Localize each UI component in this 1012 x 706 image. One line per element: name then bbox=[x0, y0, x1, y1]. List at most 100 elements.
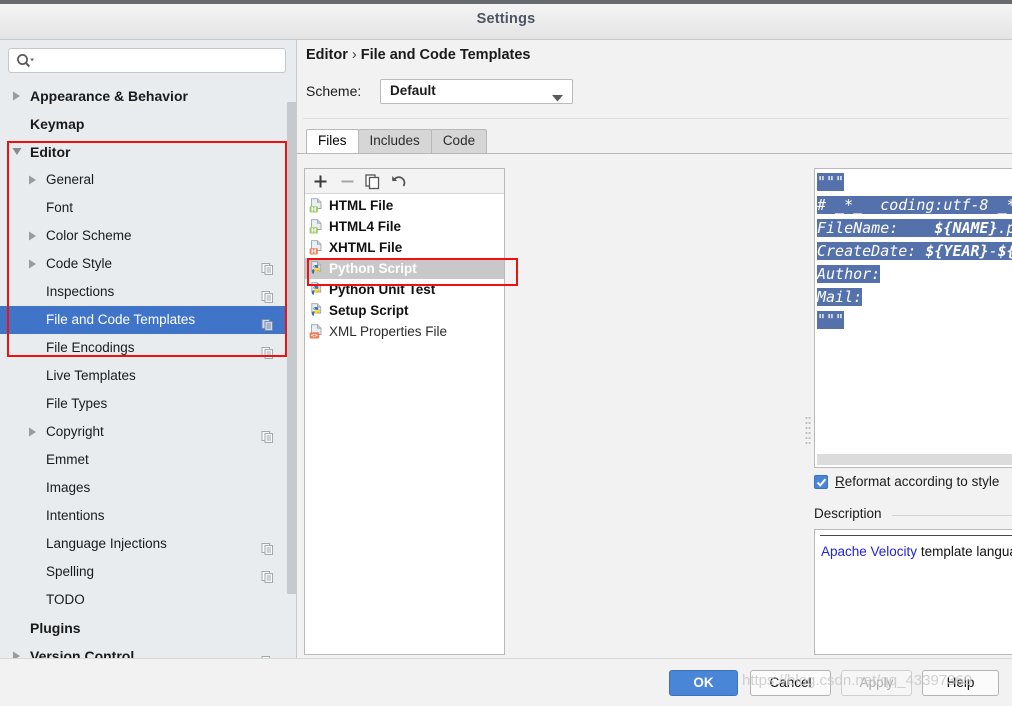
template-list-item[interactable]: Python Unit Test bbox=[305, 279, 504, 300]
chevron-right-icon[interactable] bbox=[28, 166, 40, 194]
copy-settings-icon[interactable] bbox=[261, 649, 274, 658]
sidebar-item-spelling[interactable]: Spelling bbox=[0, 558, 288, 586]
template-list-item-label: HTML File bbox=[329, 198, 394, 213]
reset-template-button[interactable] bbox=[389, 172, 408, 191]
sidebar-item-live-templates[interactable]: Live Templates bbox=[0, 362, 288, 390]
python-file-icon bbox=[309, 303, 324, 318]
copy-settings-icon[interactable] bbox=[261, 425, 274, 443]
sidebar-item-label: Copyright bbox=[46, 424, 104, 439]
tab-includes[interactable]: Includes bbox=[357, 129, 432, 153]
chevron-right-icon[interactable] bbox=[12, 642, 24, 658]
sidebar-item-label: Images bbox=[46, 480, 91, 495]
settings-tree[interactable]: Appearance & Behavior Keymap Editor General… bbox=[0, 82, 288, 658]
copy-settings-icon[interactable] bbox=[261, 257, 274, 275]
editor-hscrollbar-track[interactable] bbox=[816, 454, 1012, 466]
breadcrumb-current: File and Code Templates bbox=[360, 47, 531, 63]
ok-button[interactable]: OK bbox=[669, 670, 738, 696]
sidebar-item-language-injections[interactable]: Language Injections bbox=[0, 530, 288, 558]
template-list[interactable]: H HTML File H HTML4 File H XHTML File Python S… bbox=[305, 195, 504, 342]
sidebar-item-copyright[interactable]: Copyright bbox=[0, 418, 288, 446]
sidebar-item-font[interactable]: Font bbox=[0, 194, 288, 222]
template-list-item[interactable]: H HTML4 File bbox=[305, 216, 504, 237]
template-list-item[interactable]: Setup Script bbox=[305, 300, 504, 321]
chevron-right-icon[interactable] bbox=[28, 418, 40, 446]
tab-code[interactable]: Code bbox=[430, 129, 488, 153]
svg-text:H: H bbox=[311, 205, 316, 213]
description-title: Description bbox=[814, 506, 882, 521]
copy-settings-icon[interactable] bbox=[261, 341, 274, 359]
scheme-divider bbox=[303, 118, 1009, 119]
reformat-label[interactable]: Reformat according to style bbox=[835, 472, 999, 492]
chevron-right-icon[interactable] bbox=[28, 250, 40, 278]
scheme-dropdown[interactable]: Default bbox=[380, 79, 573, 104]
sidebar-item-label: General bbox=[46, 172, 95, 187]
sidebar-scrollbar-thumb[interactable] bbox=[287, 102, 296, 594]
sidebar-item-images[interactable]: Images bbox=[0, 474, 288, 502]
copy-settings-icon[interactable] bbox=[261, 285, 274, 303]
apply-button: Apply bbox=[841, 670, 912, 696]
sidebar-item-inspections[interactable]: Inspections bbox=[0, 278, 288, 306]
sidebar-item-keymap[interactable]: Keymap bbox=[0, 110, 288, 138]
sidebar-item-label: Plugins bbox=[30, 620, 81, 636]
sidebar-item-label: Keymap bbox=[30, 116, 85, 132]
add-template-button[interactable] bbox=[311, 172, 330, 191]
sidebar-item-label: Live Templates bbox=[46, 368, 136, 383]
apache-velocity-link[interactable]: Apache Velocity bbox=[821, 544, 917, 559]
editor-line: CreateDate: ${YEAR}-${MONTH}-${DAY} ${TI bbox=[817, 240, 1012, 263]
sidebar-item-label: File and Code Templates bbox=[46, 312, 196, 327]
template-list-item[interactable]: Python Script bbox=[305, 258, 504, 279]
panel-splitter-handle[interactable] bbox=[805, 415, 811, 449]
copy-settings-icon[interactable] bbox=[261, 537, 274, 555]
window-title: Settings bbox=[476, 11, 536, 27]
template-tabs[interactable]: Files Includes Code bbox=[306, 129, 488, 153]
tab-files[interactable]: Files bbox=[306, 129, 359, 153]
sidebar-item-intentions[interactable]: Intentions bbox=[0, 502, 288, 530]
dialog-footer: OK Cancel Apply Help bbox=[0, 658, 1012, 706]
sidebar-item-emmet[interactable]: Emmet bbox=[0, 446, 288, 474]
reformat-checkbox[interactable] bbox=[814, 475, 828, 489]
chevron-down-icon[interactable] bbox=[12, 138, 24, 166]
copy-template-button[interactable] bbox=[363, 172, 382, 191]
template-list-item[interactable]: H HTML File bbox=[305, 195, 504, 216]
sidebar-item-file-types[interactable]: File Types bbox=[0, 390, 288, 418]
template-list-item-label: HTML4 File bbox=[329, 219, 402, 234]
sidebar-item-label: Spelling bbox=[46, 564, 95, 579]
template-list-item-label: XML Properties File bbox=[329, 324, 448, 339]
sidebar-item-file-and-code-templates[interactable]: File and Code Templates bbox=[0, 306, 288, 334]
sidebar-item-code-style[interactable]: Code Style bbox=[0, 250, 288, 278]
template-list-item[interactable]: <> XML Properties File bbox=[305, 321, 504, 342]
sidebar-item-label: File Encodings bbox=[46, 340, 135, 355]
chevron-right-icon[interactable] bbox=[12, 82, 24, 110]
copy-settings-icon[interactable] bbox=[261, 565, 274, 583]
sidebar-item-general[interactable]: General bbox=[0, 166, 288, 194]
help-button[interactable]: Help bbox=[922, 670, 999, 696]
sidebar-item-label: TODO bbox=[46, 592, 85, 607]
sidebar-scrollbar-track[interactable] bbox=[286, 80, 296, 698]
breadcrumb-parent[interactable]: Editor bbox=[306, 47, 348, 63]
sidebar-item-appearance-behavior[interactable]: Appearance & Behavior bbox=[0, 82, 288, 110]
chevron-right-icon[interactable] bbox=[28, 222, 40, 250]
editor-line: """ bbox=[817, 173, 845, 191]
search-icon bbox=[16, 53, 34, 69]
editor-line: # _*_ coding:utf-8 _*_ bbox=[817, 194, 1012, 217]
sidebar-item-editor[interactable]: Editor bbox=[0, 138, 288, 166]
window-titlebar: Settings bbox=[0, 0, 1012, 40]
search-input[interactable] bbox=[8, 48, 286, 73]
description-rule bbox=[892, 515, 1012, 516]
sidebar-item-file-encodings[interactable]: File Encodings bbox=[0, 334, 288, 362]
sidebar-item-version-control[interactable]: Version Control bbox=[0, 642, 288, 658]
template-editor[interactable]: """ # _*_ coding:utf-8 _*_ FileName: ${NAM… bbox=[814, 168, 1012, 468]
editor-hscrollbar-thumb[interactable] bbox=[817, 454, 1012, 465]
template-list-item-label: Setup Script bbox=[329, 303, 409, 318]
xhtml-file-icon: H bbox=[309, 240, 324, 255]
sidebar-item-color-scheme[interactable]: Color Scheme bbox=[0, 222, 288, 250]
template-editor-text[interactable]: """ # _*_ coding:utf-8 _*_ FileName: ${NAM… bbox=[817, 171, 1012, 332]
template-list-item[interactable]: H XHTML File bbox=[305, 237, 504, 258]
template-list-toolbar bbox=[305, 169, 504, 194]
copy-settings-icon[interactable] bbox=[261, 313, 274, 331]
cancel-button[interactable]: Cancel bbox=[750, 670, 831, 696]
remove-template-button[interactable] bbox=[338, 172, 357, 191]
html-file-icon: H bbox=[309, 198, 324, 213]
sidebar-item-todo[interactable]: TODO bbox=[0, 586, 288, 614]
sidebar-item-plugins[interactable]: Plugins bbox=[0, 614, 288, 642]
